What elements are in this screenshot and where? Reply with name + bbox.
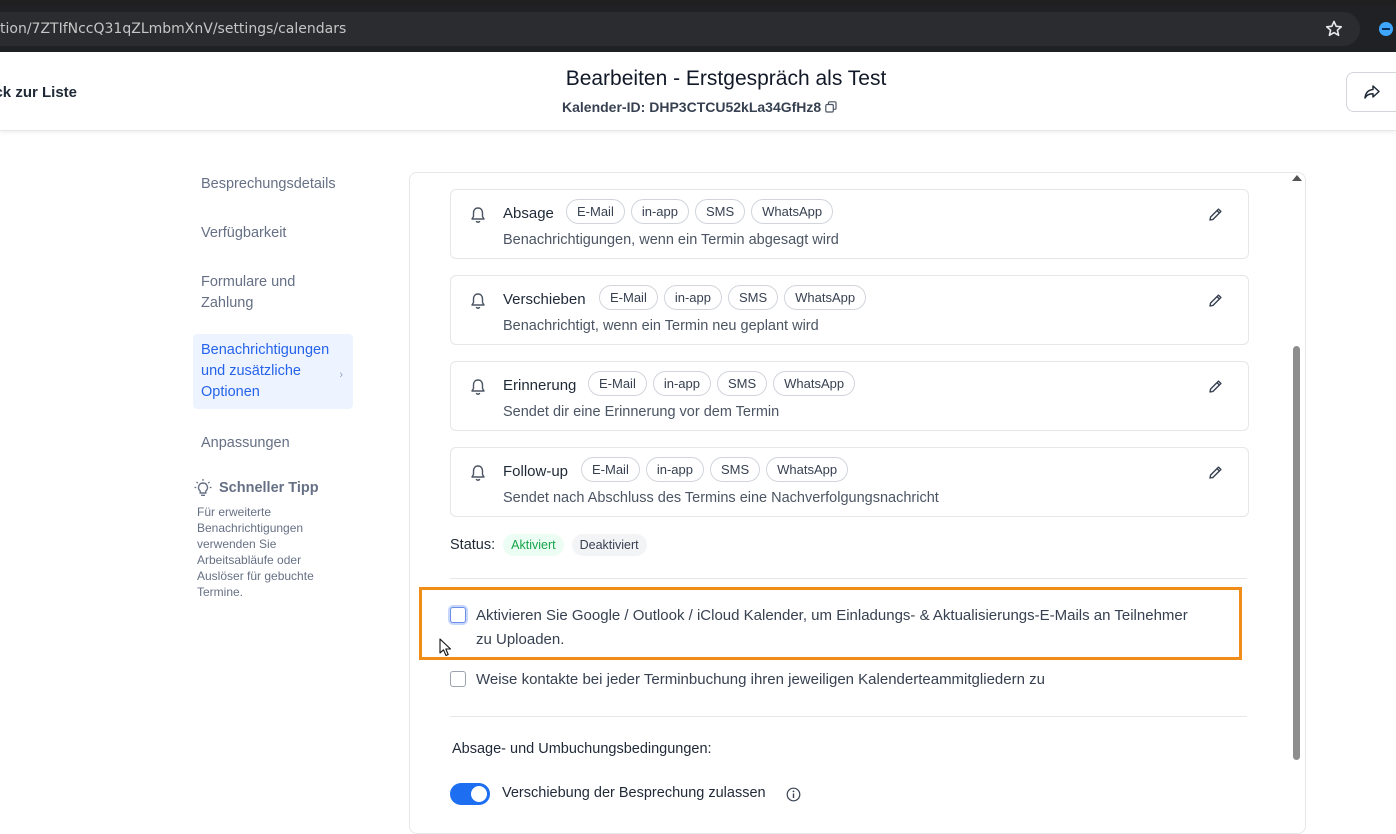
- channel-chips: E-Mail in-app SMS WhatsApp: [599, 285, 867, 310]
- sidebar-item-label: Benachrichtigungen und zusätzliche Optio…: [201, 342, 330, 400]
- allow-reschedule-label: Verschiebung der Besprechung zulassen: [502, 785, 766, 801]
- notification-card-absage: Absage E-Mail in-app SMS WhatsApp Benach…: [450, 189, 1249, 259]
- sidebar-item-besprechungsdetails[interactable]: Besprechungsdetails: [193, 170, 353, 199]
- notification-title: Erinnerung: [503, 377, 577, 394]
- calendar-sync-checkbox[interactable]: [450, 607, 466, 623]
- channel-chip-email: E-Mail: [566, 199, 625, 224]
- scroll-up-arrow-icon[interactable]: [1292, 175, 1302, 181]
- copy-icon[interactable]: [825, 101, 837, 113]
- channel-chip-whatsapp: WhatsApp: [773, 371, 856, 396]
- sidebar-item-benachrichtigungen[interactable]: Benachrichtigungen und zusätzliche Optio…: [193, 334, 353, 409]
- lightbulb-icon: [194, 479, 212, 496]
- extension-icon[interactable]: [1376, 19, 1396, 39]
- mouse-cursor-icon: [439, 638, 452, 657]
- quick-tip-text: Für erweiterte Benachrichtigungen verwen…: [197, 505, 314, 599]
- toggle-knob: [471, 786, 487, 802]
- channel-chip-sms: SMS: [727, 285, 779, 310]
- calendar-sync-label-line1: Aktivieren Sie Google / Outlook / iCloud…: [476, 607, 1188, 624]
- channel-chips: E-Mail in-app SMS WhatsApp: [566, 199, 834, 224]
- notification-status: Status: Aktiviert Deaktiviert: [450, 534, 647, 556]
- sidebar-item-formulare-zahlung[interactable]: Formulare und Zahlung: [193, 268, 353, 318]
- cancellation-section-title: Absage- und Umbuchungsbedingungen:: [452, 741, 712, 757]
- channel-chips: E-Mail in-app SMS WhatsApp: [588, 371, 856, 396]
- notification-description: Sendet nach Abschluss des Termins eine N…: [503, 490, 939, 506]
- content-scrollbar[interactable]: [1292, 175, 1302, 775]
- channel-chip-whatsapp: WhatsApp: [784, 285, 867, 310]
- assign-contacts-checkbox[interactable]: [450, 671, 466, 687]
- notification-card-verschieben: Verschieben E-Mail in-app SMS WhatsApp B…: [450, 275, 1249, 345]
- chevron-right-icon: ›: [339, 369, 343, 381]
- channel-chip-whatsapp: WhatsApp: [766, 457, 849, 482]
- notification-title: Verschieben: [503, 291, 586, 308]
- notification-description: Benachrichtigt, wenn ein Termin neu gepl…: [503, 318, 819, 334]
- edit-pencil-icon[interactable]: [1207, 292, 1224, 309]
- notification-description: Sendet dir eine Erinnerung vor dem Termi…: [503, 404, 780, 420]
- channel-chip-in-app: in-app: [645, 457, 704, 482]
- divider: [450, 716, 1247, 717]
- bell-icon: [471, 465, 485, 481]
- channel-chip-sms: SMS: [716, 371, 768, 396]
- calendar-id-label: Kalender-ID:: [562, 99, 646, 115]
- assign-contacts-label[interactable]: Weise kontakte bei jeder Terminbuchung i…: [476, 668, 1045, 692]
- divider: [450, 578, 1247, 579]
- calendar-id: Kalender-ID: DHP3CTCU52kLa34GfHz8: [562, 99, 837, 115]
- channel-chip-in-app: in-app: [663, 285, 722, 310]
- page-title: Bearbeiten - Erstgespräch als Test: [565, 67, 887, 90]
- channel-chips: E-Mail in-app SMS WhatsApp: [581, 457, 849, 482]
- channel-chip-in-app: in-app: [652, 371, 711, 396]
- status-label: Status:: [450, 537, 496, 553]
- bell-icon: [471, 379, 485, 395]
- bookmark-star-icon[interactable]: [1324, 19, 1344, 39]
- allow-reschedule-toggle[interactable]: [450, 783, 490, 805]
- scroll-thumb[interactable]: [1293, 346, 1300, 760]
- notification-title: Absage: [503, 205, 554, 222]
- channel-chip-email: E-Mail: [588, 371, 647, 396]
- channel-chip-email: E-Mail: [599, 285, 658, 310]
- calendar-sync-label[interactable]: Aktivieren Sie Google / Outlook / iCloud…: [476, 604, 1246, 652]
- share-button[interactable]: [1346, 72, 1396, 112]
- app-header: ck zur Liste Bearbeiten - Erstgespräch a…: [0, 52, 1396, 131]
- sidebar-item-verfuegbarkeit[interactable]: Verfügbarkeit: [193, 219, 353, 248]
- notification-card-erinnerung: Erinnerung E-Mail in-app SMS WhatsApp Se…: [450, 361, 1249, 431]
- sidebar-item-anpassungen[interactable]: Anpassungen: [193, 429, 353, 458]
- bell-icon: [471, 207, 485, 223]
- channel-chip-whatsapp: WhatsApp: [751, 199, 834, 224]
- quick-tip: Schneller Tipp Für erweiterte Benachrich…: [193, 478, 343, 600]
- channel-chip-in-app: in-app: [630, 199, 689, 224]
- edit-pencil-icon[interactable]: [1207, 464, 1224, 481]
- status-badge-inactive[interactable]: Deaktiviert: [571, 534, 647, 556]
- edit-pencil-icon[interactable]: [1207, 378, 1224, 395]
- bell-icon: [471, 293, 485, 309]
- notification-card-follow-up: Follow-up E-Mail in-app SMS WhatsApp Sen…: [450, 447, 1249, 517]
- channel-chip-sms: SMS: [694, 199, 746, 224]
- status-badge-active[interactable]: Aktiviert: [503, 534, 564, 556]
- info-icon[interactable]: [786, 787, 801, 802]
- browser-address-bar: tion/7ZTIfNccQ31qZLmbmXnV/settings/calen…: [0, 6, 1396, 52]
- share-icon: [1364, 85, 1380, 99]
- notification-description: Benachrichtigungen, wenn ein Termin abge…: [503, 232, 839, 248]
- edit-pencil-icon[interactable]: [1207, 206, 1224, 223]
- quick-tip-title: Schneller Tipp: [193, 478, 343, 498]
- channel-chip-email: E-Mail: [581, 457, 640, 482]
- channel-chip-sms: SMS: [709, 457, 761, 482]
- quick-tip-heading: Schneller Tipp: [219, 480, 319, 496]
- notification-title: Follow-up: [503, 463, 569, 480]
- calendar-id-value: DHP3CTCU52kLa34GfHz8: [649, 99, 822, 115]
- calendar-sync-label-line2: zu Uploaden.: [476, 631, 565, 648]
- url-text[interactable]: tion/7ZTIfNccQ31qZLmbmXnV/settings/calen…: [0, 21, 346, 37]
- settings-sidebar: Besprechungsdetails Verfügbarkeit Formul…: [193, 170, 353, 478]
